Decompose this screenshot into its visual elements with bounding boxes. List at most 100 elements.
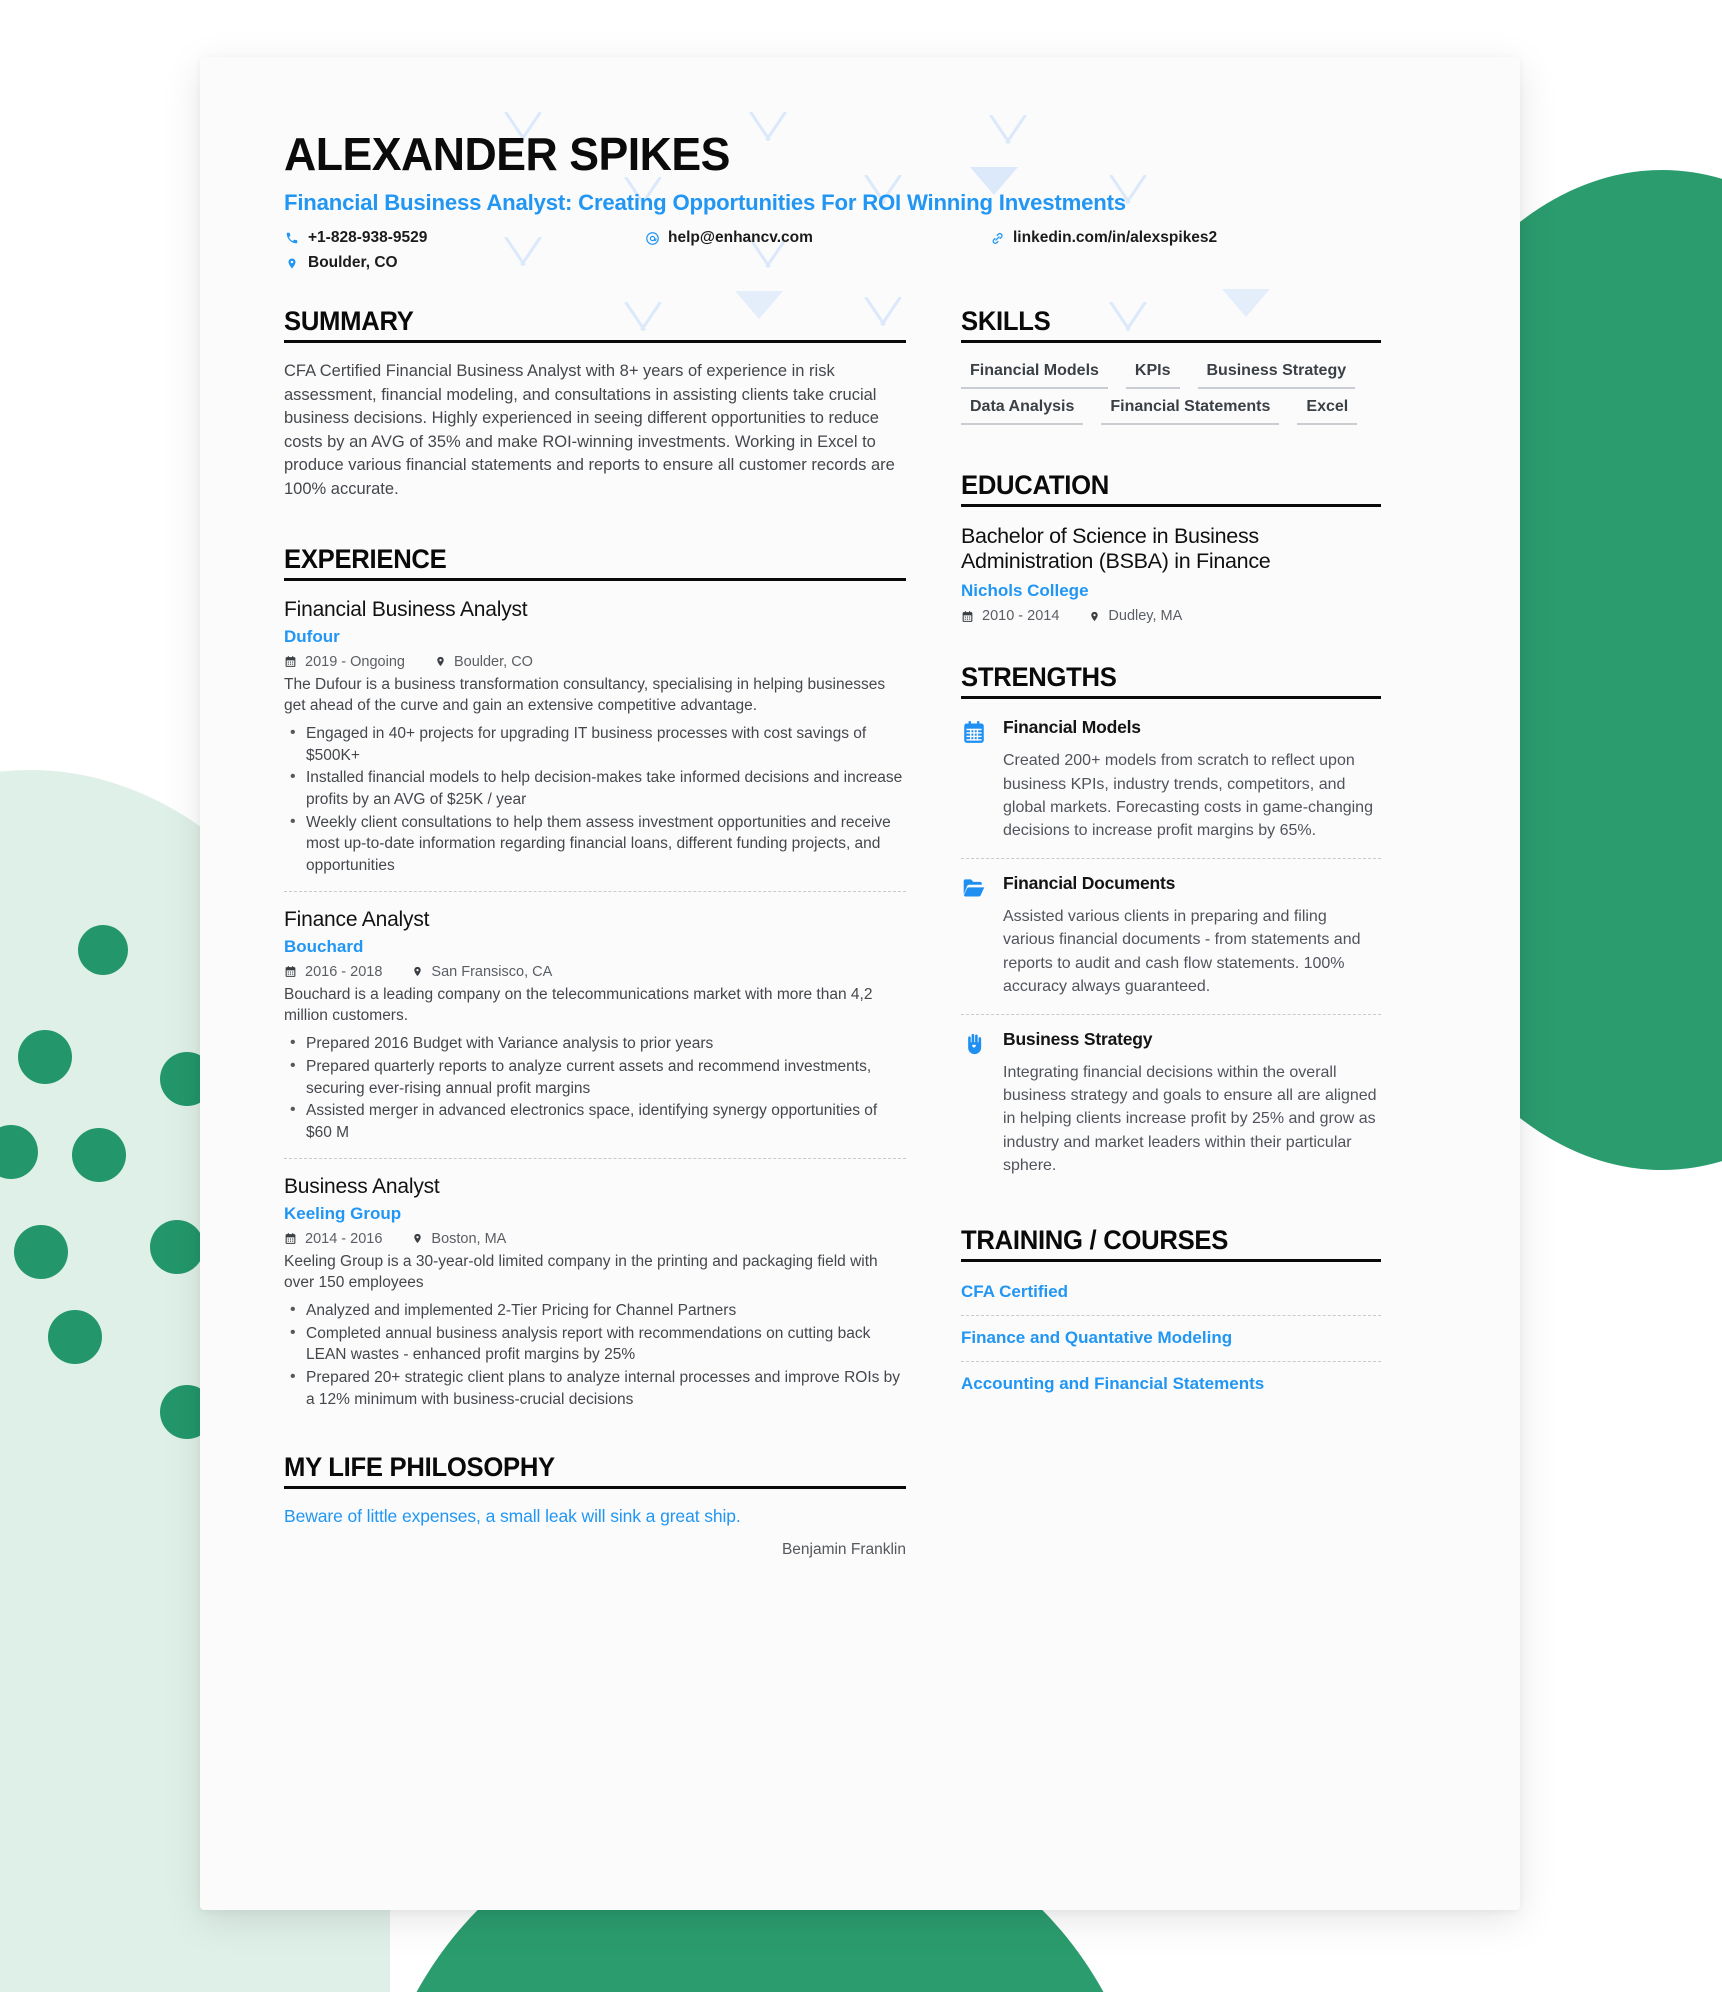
decorative-dot	[78, 925, 128, 975]
job-dates: 2014 - 2016	[305, 1230, 383, 1247]
education-dates: 2010 - 2014	[982, 608, 1060, 625]
phone-icon	[284, 231, 300, 245]
job-location: Boston, MA	[431, 1230, 507, 1247]
page-header: ALEXANDER SPIKES Financial Business Anal…	[284, 127, 1436, 272]
location-icon	[412, 1232, 423, 1245]
job-bullet: Installed financial models to help decis…	[284, 766, 906, 810]
job-bullets: Engaged in 40+ projects for upgrading IT…	[284, 722, 906, 877]
contact-phone[interactable]: +1-828-938-9529	[284, 229, 644, 247]
job-meta: 2014 - 2016 Boston, MA	[284, 1231, 906, 1247]
training-item[interactable]: Accounting and Financial Statements	[961, 1360, 1381, 1407]
section-skills: SKILLS Financial Models KPIs Business St…	[961, 306, 1381, 425]
section-experience: EXPERIENCE Financial Business Analyst Du…	[284, 544, 906, 1425]
philosophy-heading: MY LIFE PHILOSOPHY	[284, 1452, 555, 1483]
summary-text: CFA Certified Financial Business Analyst…	[284, 362, 895, 498]
strength-text: Integrating financial decisions within t…	[1003, 1063, 1377, 1174]
section-strengths: STRENGTHS Financial Models Created 200+ …	[961, 662, 1381, 1192]
strength-entry: Business Strategy Integrating financial …	[961, 1013, 1381, 1193]
job-bullet: Analyzed and implemented 2-Tier Pricing …	[284, 1299, 906, 1322]
experience-entry: Finance Analyst Bouchard 2016 - 2018 San…	[284, 890, 906, 1158]
job-bullet: Engaged in 40+ projects for upgrading IT…	[284, 722, 906, 766]
contact-location: Boulder, CO	[284, 254, 644, 272]
job-location: San Fransisco, CA	[431, 963, 553, 980]
job-title: Business Analyst	[284, 1174, 440, 1198]
job-description: Keeling Group is a 30-year-old limited c…	[284, 1252, 878, 1292]
strength-text: Assisted various clients in preparing an…	[1003, 908, 1361, 995]
section-philosophy: MY LIFE PHILOSOPHY Beware of little expe…	[284, 1452, 906, 1559]
section-divider	[961, 504, 1381, 507]
candidate-headline: Financial Business Analyst: Creating Opp…	[284, 190, 1126, 215]
strength-entry: Financial Models Created 200+ models fro…	[961, 703, 1381, 858]
decorative-dot	[48, 1310, 102, 1364]
job-company[interactable]: Dufour	[284, 627, 906, 647]
strength-title: Financial Models	[1003, 717, 1141, 738]
training-item[interactable]: CFA Certified	[961, 1270, 1381, 1315]
education-meta: 2010 - 2014 Dudley, MA	[961, 608, 1381, 624]
calendar-icon	[961, 610, 974, 623]
job-bullets: Analyzed and implemented 2-Tier Pricing …	[284, 1299, 906, 1410]
strengths-heading: STRENGTHS	[961, 662, 1117, 693]
job-bullet: Prepared 2016 Budget with Variance analy…	[284, 1032, 906, 1055]
left-column: SUMMARY CFA Certified Financial Business…	[284, 306, 906, 1559]
philosophy-author: Benjamin Franklin	[781, 1541, 906, 1559]
strength-text: Created 200+ models from scratch to refl…	[1003, 752, 1373, 839]
section-summary: SUMMARY CFA Certified Financial Business…	[284, 306, 906, 502]
job-description: Bouchard is a leading company on the tel…	[284, 985, 873, 1025]
experience-entry: Financial Business Analyst Dufour 2019 -…	[284, 598, 906, 891]
email-icon	[644, 231, 660, 246]
experience-entry: Business Analyst Keeling Group 2014 - 20…	[284, 1157, 906, 1425]
skill-tag: Financial Statements	[1101, 396, 1280, 425]
location-icon	[1089, 610, 1100, 623]
contact-email-text: help@enhancv.com	[668, 229, 813, 246]
skills-list: Financial Models KPIs Business Strategy …	[961, 360, 1381, 425]
calendar-icon	[961, 717, 989, 842]
job-title: Finance Analyst	[284, 907, 430, 931]
skill-tag: KPIs	[1125, 360, 1180, 389]
education-heading: EDUCATION	[961, 470, 1110, 500]
skill-tag: Data Analysis	[961, 396, 1084, 425]
calendar-icon	[284, 655, 297, 668]
skill-tag: Financial Models	[961, 360, 1108, 389]
linkedin-icon	[989, 231, 1005, 246]
philosophy-quote: Beware of little expenses, a small leak …	[284, 1506, 741, 1527]
decorative-dot	[18, 1030, 72, 1084]
section-divider	[961, 696, 1381, 700]
job-description: The Dufour is a business transformation …	[284, 675, 886, 715]
section-divider	[284, 1486, 906, 1490]
job-bullets: Prepared 2016 Budget with Variance analy…	[284, 1032, 906, 1143]
skill-tag: Excel	[1297, 396, 1358, 425]
contact-linkedin[interactable]: linkedin.com/in/alexspikes2	[989, 229, 1436, 247]
decorative-dot	[14, 1225, 68, 1279]
strength-entry: Financial Documents Assisted various cli…	[961, 858, 1381, 1014]
education-school[interactable]: Nichols College	[961, 581, 1381, 601]
location-icon	[435, 655, 446, 668]
job-bullet: Weekly client consultations to help them…	[284, 811, 906, 877]
contact-details: +1-828-938-9529 help@enhancv.com linkedi…	[284, 229, 1436, 272]
calendar-icon	[284, 1232, 297, 1245]
section-training: TRAINING / COURSES CFA Certified Finance…	[961, 1225, 1381, 1407]
skills-heading: SKILLS	[961, 306, 1051, 336]
job-company[interactable]: Keeling Group	[284, 1204, 906, 1224]
location-icon	[412, 965, 423, 978]
contact-email[interactable]: help@enhancv.com	[644, 229, 989, 247]
experience-heading: EXPERIENCE	[284, 543, 447, 574]
decorative-dot	[72, 1128, 126, 1182]
section-education: EDUCATION Bachelor of Science in Busines…	[961, 470, 1381, 624]
job-meta: 2016 - 2018 San Fransisco, CA	[284, 964, 906, 980]
resume-page: ALEXANDER SPIKES Financial Business Anal…	[200, 57, 1520, 1910]
job-bullet: Assisted merger in advanced electronics …	[284, 1099, 906, 1143]
calendar-icon	[284, 965, 297, 978]
job-company[interactable]: Bouchard	[284, 937, 906, 957]
section-divider	[961, 340, 1381, 343]
contact-linkedin-text: linkedin.com/in/alexspikes2	[1013, 229, 1218, 246]
decorative-dot	[150, 1220, 204, 1274]
job-dates: 2019 - Ongoing	[305, 653, 405, 670]
education-degree: Bachelor of Science in Business Administ…	[961, 524, 1271, 573]
skill-tag: Business Strategy	[1197, 360, 1356, 389]
job-bullet: Prepared 20+ strategic client plans to a…	[284, 1366, 906, 1410]
section-divider	[961, 1258, 1381, 1262]
training-item[interactable]: Finance and Quantative Modeling	[961, 1314, 1381, 1361]
training-heading: TRAINING / COURSES	[961, 1224, 1229, 1255]
right-column: SKILLS Financial Models KPIs Business St…	[961, 306, 1381, 1559]
job-title: Financial Business Analyst	[284, 597, 528, 621]
